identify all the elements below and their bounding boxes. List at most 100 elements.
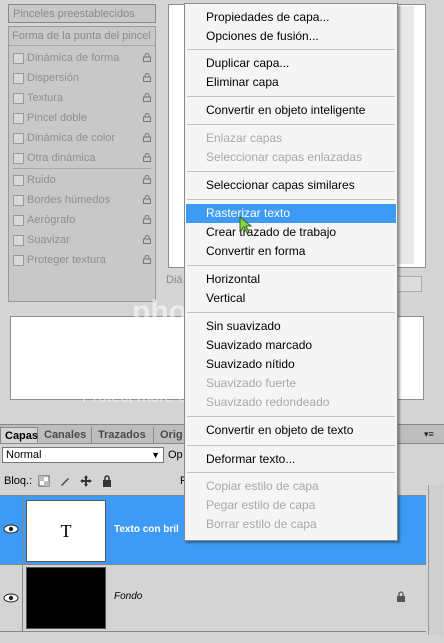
blend-mode-value: Normal [6,449,42,461]
menu-item[interactable]: Duplicar capa... [186,54,396,73]
checkbox[interactable] [13,133,24,144]
menu-separator [187,472,395,473]
menu-item[interactable]: Crear trazado de trabajo [186,223,396,242]
lock-icon[interactable] [143,215,151,224]
menu-item[interactable]: Suavizado marcado [186,336,396,355]
menu-item[interactable]: Convertir en objeto inteligente [186,101,396,120]
brush-option-label: Dinámica de forma [27,52,120,64]
menu-item[interactable]: Sin suavizado [186,317,396,336]
brush-option-item[interactable]: Dispersión [9,69,155,87]
lock-icon[interactable] [143,73,151,82]
lock-icon[interactable] [143,113,151,122]
brush-option-label: Dinámica de color [27,132,116,144]
layer-thumbnail: T [26,500,106,562]
layer-name[interactable]: Texto con bril [114,524,179,535]
menu-item[interactable]: Horizontal [186,270,396,289]
lock-icon[interactable] [143,255,151,264]
mouse-pointer-icon [239,216,253,234]
brush-option-label: Suavizar [27,234,70,246]
menu-item[interactable]: Propiedades de capa... [186,8,396,27]
menu-item[interactable]: Convertir en objeto de texto [186,421,396,440]
brush-option-item[interactable]: Ruido [9,171,155,189]
menu-item[interactable]: Suavizado nítido [186,355,396,374]
brush-option-label: Otra dinámica [27,152,96,164]
tab-trazados[interactable]: Trazados [94,427,154,443]
divider [13,168,151,169]
brush-option-label: Pincel doble [27,112,87,124]
brush-option-item[interactable]: Suavizar [9,231,155,249]
layer-row[interactable]: Fondo [0,565,426,632]
checkbox[interactable] [13,153,24,164]
brush-option-item[interactable]: Textura [9,89,155,107]
checkbox[interactable] [13,53,24,64]
lock-label: Bloq.: [4,475,33,487]
menu-item: Suavizado redondeado [206,395,330,409]
menu-item[interactable]: Seleccionar capas similares [186,176,396,195]
lock-icon[interactable] [143,175,151,184]
blend-mode-select[interactable]: Normal ▼ [2,447,164,463]
checkbox[interactable] [13,175,24,186]
menu-item[interactable]: Deformar texto... [186,450,396,469]
opacity-label: Op [168,449,183,461]
panel-menu-icon[interactable]: ▾≡ [424,429,438,439]
lock-icon[interactable] [143,133,151,142]
menu-item[interactable]: Opciones de fusión... [186,27,396,46]
menu-item: Borrar estilo de capa [206,517,317,531]
menu-separator [187,49,395,50]
menu-item: Copiar estilo de capa [206,479,319,493]
preview-scrollbar[interactable] [398,6,414,264]
layer-thumbnail [26,567,106,629]
lock-icon[interactable] [143,93,151,102]
menu-item: Suavizado fuerte [206,376,297,390]
brush-options-list: Forma de la punta del pincel Dinámica de… [8,26,156,302]
menu-item[interactable]: Convertir en forma [186,242,396,261]
menu-item: Enlazar capas [206,131,283,145]
brush-option-item[interactable]: Dinámica de forma [9,49,155,67]
tab-origen[interactable]: Orig [156,427,186,443]
menu-item[interactable]: Rasterizar texto [186,204,396,223]
checkbox[interactable] [13,113,24,124]
lock-icon[interactable] [143,195,151,204]
menu-item: Pegar estilo de capa [206,498,316,512]
brush-option-item[interactable]: Dinámica de color [9,129,155,147]
brush-option-item[interactable]: Aerógrafo [9,211,155,229]
lock-transparent-pixels-icon[interactable] [38,475,50,487]
eye-icon[interactable] [2,591,20,605]
checkbox[interactable] [13,215,24,226]
brush-option-item[interactable]: Pincel doble [9,109,155,127]
menu-item[interactable]: Eliminar capa [186,73,396,92]
checkbox[interactable] [13,255,24,266]
brush-presets-header[interactable]: Pinceles preestablecidos [8,4,156,23]
brush-tip-shape-option[interactable]: Forma de la punta del pincel [9,27,155,46]
lock-icon[interactable] [143,235,151,244]
menu-item[interactable]: Vertical [186,289,396,308]
lock-all-icon[interactable] [101,475,113,488]
menu-separator [187,124,395,125]
menu-separator [187,96,395,97]
checkbox[interactable] [13,93,24,104]
brush-option-label: Ruido [27,174,56,186]
menu-separator [187,416,395,417]
checkbox[interactable] [13,235,24,246]
layers-scrollbar[interactable] [428,485,443,635]
lock-icon[interactable] [143,53,151,62]
brush-option-item[interactable]: Proteger textura [9,251,155,269]
tab-canales[interactable]: Canales [40,427,92,443]
lock-icon [397,591,405,602]
lock-image-pixels-icon[interactable] [59,475,71,487]
menu-separator [187,445,395,446]
chevron-down-icon: ▼ [151,450,160,460]
eye-icon[interactable] [2,522,20,536]
checkbox[interactable] [13,195,24,206]
lock-position-icon[interactable] [80,475,93,488]
brush-option-label: Bordes húmedos [27,194,111,206]
brush-option-label: Proteger textura [27,254,106,266]
lock-icon[interactable] [143,153,151,162]
brush-option-item[interactable]: Otra dinámica [9,149,155,167]
brush-option-item[interactable]: Bordes húmedos [9,191,155,209]
text-layer-icon: T [60,521,72,541]
checkbox[interactable] [13,73,24,84]
tab-capas[interactable]: Capas [0,427,38,443]
layer-name[interactable]: Fondo [114,591,142,602]
layer-context-menu: Propiedades de capa... Opciones de fusión… [184,3,398,541]
